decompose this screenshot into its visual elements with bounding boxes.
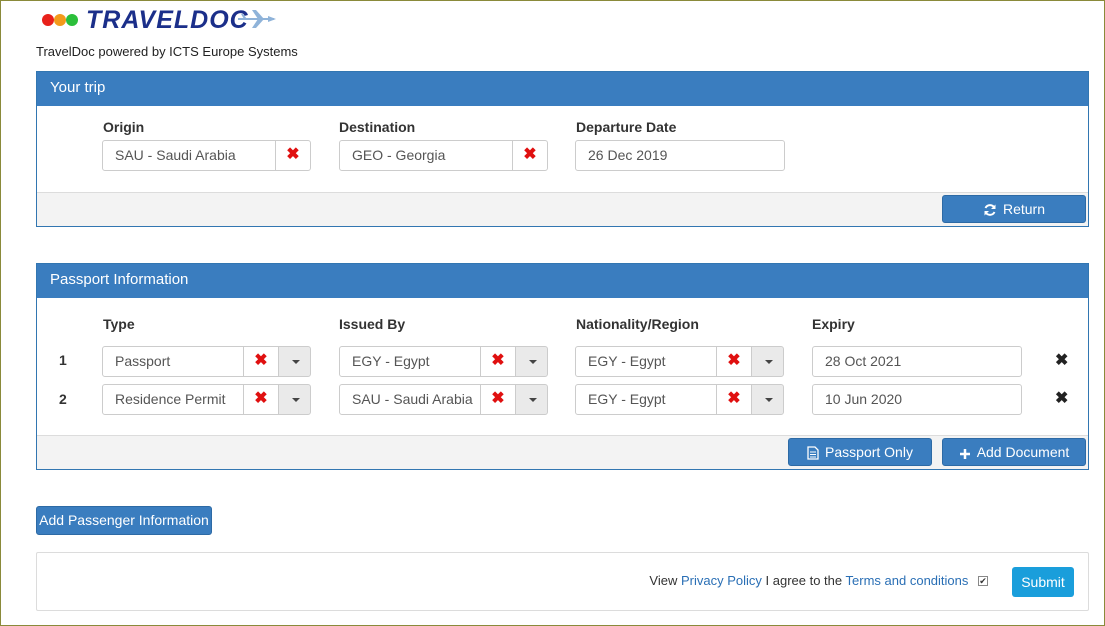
caret-down-icon [765, 398, 773, 402]
clear-destination-button[interactable]: ✖ [512, 140, 548, 171]
trip-panel-footer: Return [37, 192, 1088, 226]
type-dropdown-button[interactable] [278, 346, 311, 377]
type-select[interactable]: Residence Permit [102, 384, 244, 415]
row-number: 1 [59, 352, 67, 368]
add-passenger-button[interactable]: Add Passenger Information [36, 506, 212, 535]
delete-row-icon[interactable]: ✖ [1055, 350, 1068, 370]
agreement-text: View Privacy Policy I agree to the Terms… [649, 573, 988, 588]
issued-by-select[interactable]: EGY - Egypt [339, 346, 481, 377]
caret-down-icon [529, 398, 537, 402]
terms-link[interactable]: Terms and conditions [846, 573, 969, 588]
add-document-label: Add Document [976, 444, 1070, 460]
view-text: View [649, 573, 678, 588]
trip-panel-title: Your trip [37, 72, 1088, 106]
nationality-header: Nationality/Region [576, 316, 699, 332]
caret-down-icon [292, 360, 300, 364]
issued-by-dropdown-button[interactable] [515, 384, 548, 415]
privacy-policy-link[interactable]: Privacy Policy [681, 573, 762, 588]
nationality-dropdown-button[interactable] [751, 346, 784, 377]
type-select[interactable]: Passport [102, 346, 244, 377]
caret-down-icon [765, 360, 773, 364]
agree-text: I agree to the [765, 573, 843, 588]
powered-by-text: TravelDoc powered by ICTS Europe Systems [36, 44, 298, 59]
type-header: Type [103, 316, 135, 332]
document-icon [807, 446, 819, 460]
clear-nationality-button[interactable]: ✖ [716, 346, 752, 377]
passport-panel-title: Passport Information [37, 264, 1088, 298]
clear-nationality-button[interactable]: ✖ [716, 384, 752, 415]
expiry-input[interactable]: 28 Oct 2021 [812, 346, 1022, 377]
refresh-icon [984, 204, 996, 216]
plane-icon [238, 10, 276, 28]
red-dot-icon [42, 14, 54, 26]
clear-issued-by-button[interactable]: ✖ [480, 384, 516, 415]
origin-input[interactable]: SAU - Saudi Arabia [102, 140, 276, 171]
traveldoc-logo: TRAVELDOC [42, 6, 282, 34]
destination-label: Destination [339, 119, 416, 135]
clear-type-button[interactable]: ✖ [243, 384, 279, 415]
passport-panel: Passport Information Type Issued By Nati… [36, 263, 1089, 470]
departure-date-input[interactable]: 26 Dec 2019 [575, 140, 785, 171]
type-dropdown-button[interactable] [278, 384, 311, 415]
expiry-input[interactable]: 10 Jun 2020 [812, 384, 1022, 415]
clear-issued-by-button[interactable]: ✖ [480, 346, 516, 377]
caret-down-icon [292, 398, 300, 402]
submit-button[interactable]: Submit [1012, 567, 1074, 597]
expiry-header: Expiry [812, 316, 855, 332]
nationality-select[interactable]: EGY - Egypt [575, 346, 717, 377]
issued-by-header: Issued By [339, 316, 406, 332]
clear-origin-button[interactable]: ✖ [275, 140, 311, 171]
return-button[interactable]: Return [942, 195, 1086, 223]
departure-label: Departure Date [576, 119, 677, 135]
delete-row-icon[interactable]: ✖ [1055, 388, 1068, 408]
passport-only-label: Passport Only [825, 444, 913, 460]
caret-down-icon [529, 360, 537, 364]
origin-label: Origin [103, 119, 145, 135]
issued-by-dropdown-button[interactable] [515, 346, 548, 377]
passport-panel-footer: Passport Only Add Document [37, 435, 1088, 469]
green-dot-icon [66, 14, 78, 26]
plus-icon [959, 449, 970, 459]
agree-checkbox[interactable]: ✔ [978, 576, 988, 586]
destination-input[interactable]: GEO - Georgia [339, 140, 513, 171]
submit-footer: View Privacy Policy I agree to the Terms… [36, 552, 1089, 611]
logo-text: TRAVELDOC [86, 6, 249, 34]
issued-by-select[interactable]: SAU - Saudi Arabia [339, 384, 481, 415]
return-button-label: Return [1002, 201, 1046, 217]
add-document-button[interactable]: Add Document [942, 438, 1086, 466]
trip-panel: Your trip Origin SAU - Saudi Arabia ✖ De… [36, 71, 1089, 227]
passport-only-button[interactable]: Passport Only [788, 438, 932, 466]
orange-dot-icon [54, 14, 66, 26]
row-number: 2 [59, 391, 67, 407]
nationality-select[interactable]: EGY - Egypt [575, 384, 717, 415]
clear-type-button[interactable]: ✖ [243, 346, 279, 377]
nationality-dropdown-button[interactable] [751, 384, 784, 415]
